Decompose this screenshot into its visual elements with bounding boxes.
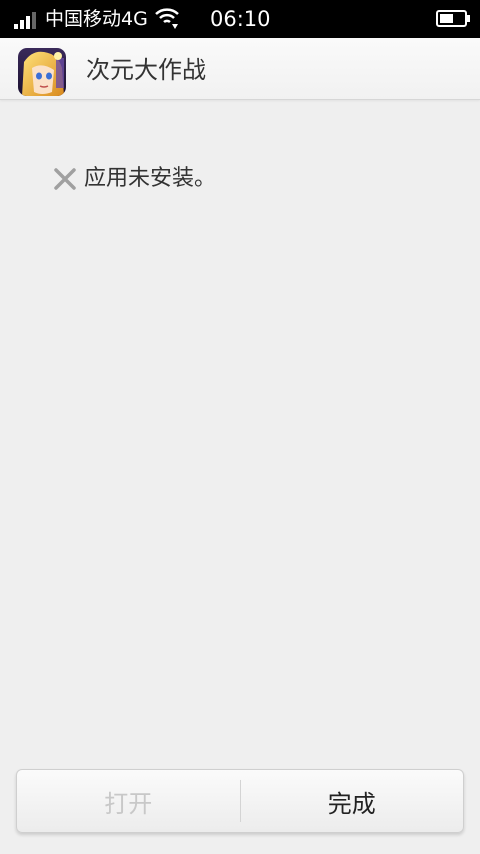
open-button[interactable]: 打开 xyxy=(17,770,240,832)
status-bar: 中国移动4G 06:10 xyxy=(0,0,480,38)
install-status-message: 应用未安装。 xyxy=(52,164,216,194)
message-text: 应用未安装。 xyxy=(84,166,217,191)
app-title: 次元大作战 xyxy=(86,56,206,84)
button-bar: 打开 完成 xyxy=(16,769,464,833)
clock: 06:10 xyxy=(210,7,271,31)
app-icon xyxy=(18,48,66,96)
wifi-icon xyxy=(155,8,179,29)
close-x-icon xyxy=(54,168,76,190)
battery-icon xyxy=(436,10,470,27)
signal-strength-icon xyxy=(14,12,36,29)
done-button[interactable]: 完成 xyxy=(241,770,464,832)
carrier-name: 中国移动4G xyxy=(45,8,148,30)
app-header: 次元大作战 xyxy=(0,38,480,100)
